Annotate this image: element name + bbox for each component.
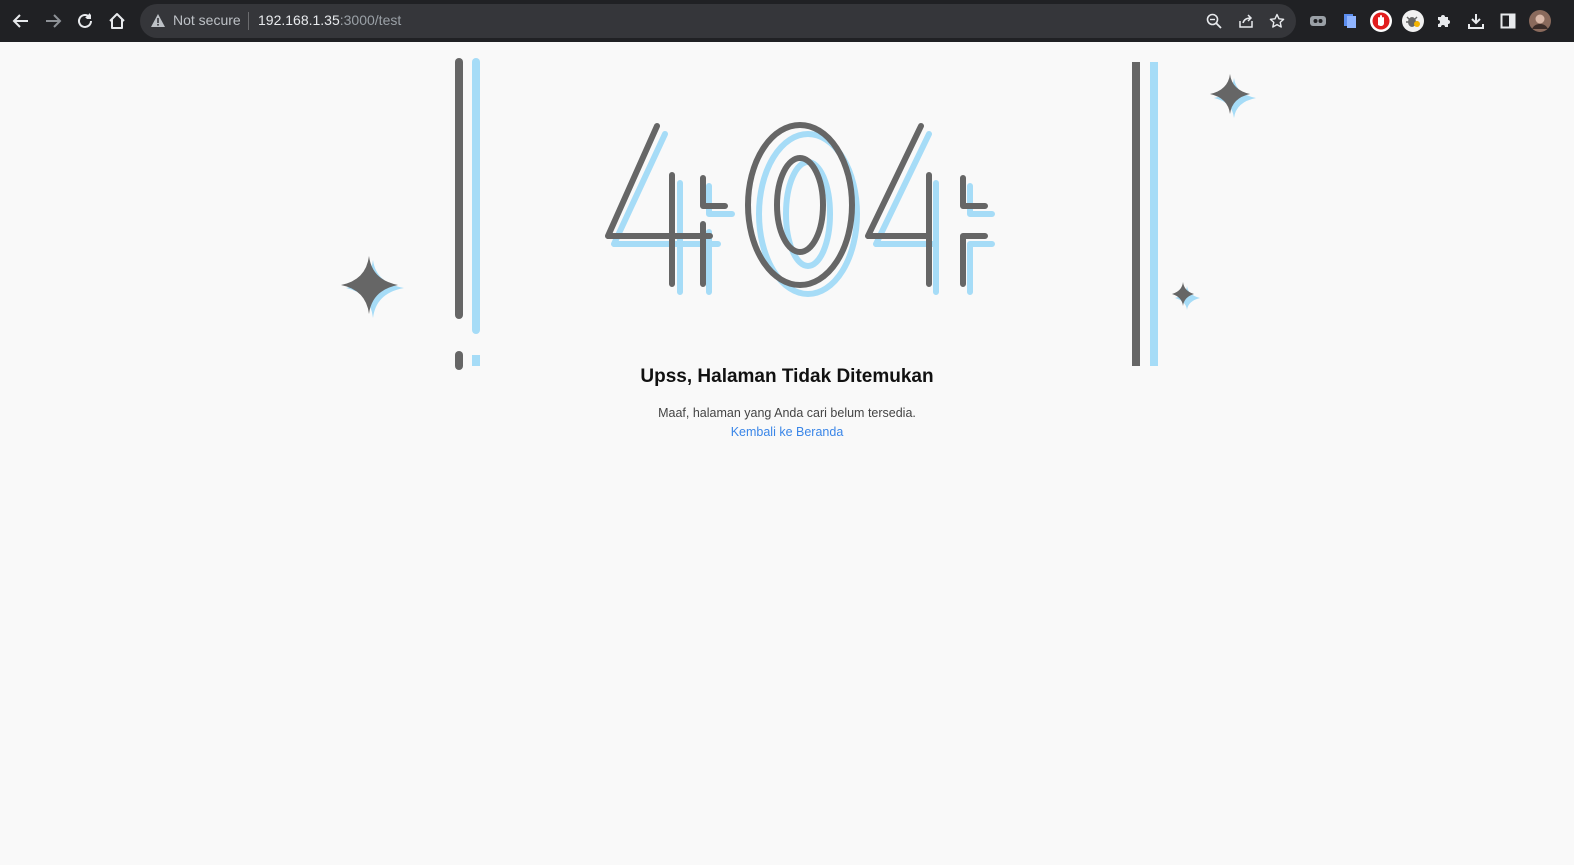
browser-toolbar: Not secure 192.168.1.35:3000/test bbox=[0, 0, 1574, 42]
back-button[interactable] bbox=[5, 5, 37, 37]
url-host: 192.168.1.35 bbox=[258, 12, 340, 28]
reload-icon bbox=[78, 13, 92, 28]
share-icon[interactable] bbox=[1234, 9, 1258, 33]
forward-arrow-icon bbox=[46, 14, 62, 28]
side-panel-icon[interactable] bbox=[1494, 7, 1522, 35]
security-indicator[interactable]: Not secure bbox=[173, 12, 241, 28]
sparkle-left bbox=[341, 256, 404, 318]
address-bar[interactable]: Not secure 192.168.1.35:3000/test bbox=[140, 4, 1296, 38]
home-button[interactable] bbox=[101, 5, 133, 37]
page-title: Upss, Halaman Tidak Ditemukan bbox=[640, 366, 934, 387]
forward-button[interactable] bbox=[37, 5, 69, 37]
omnibox-divider bbox=[248, 12, 249, 30]
notes-extension-icon[interactable] bbox=[1336, 7, 1364, 35]
zoom-icon[interactable] bbox=[1202, 9, 1226, 33]
adblock-icon[interactable] bbox=[1367, 7, 1395, 35]
profile-avatar[interactable] bbox=[1526, 7, 1554, 35]
sparkle-top-right bbox=[1210, 74, 1256, 118]
url-path: :3000/test bbox=[339, 12, 402, 28]
reload-button[interactable] bbox=[69, 5, 101, 37]
right-vertical-bars bbox=[1132, 62, 1158, 366]
warning-triangle-icon bbox=[150, 13, 166, 34]
url-text[interactable]: 192.168.1.35:3000/test bbox=[258, 12, 401, 28]
back-to-home-link[interactable]: Kembali ke Beranda bbox=[731, 425, 844, 439]
back-arrow-icon bbox=[12, 14, 28, 28]
extensions-puzzle-icon[interactable] bbox=[1430, 7, 1458, 35]
home-icon bbox=[109, 13, 125, 29]
home-link-container: Kembali ke Beranda bbox=[0, 425, 1574, 439]
left-vertical-bars bbox=[455, 58, 480, 370]
error-description: Maaf, halaman yang Anda cari belum terse… bbox=[658, 406, 916, 420]
sparkle-small-right bbox=[1172, 282, 1200, 310]
error-illustration: 404 bbox=[341, 58, 1256, 370]
bookmark-star-icon[interactable] bbox=[1265, 9, 1289, 33]
download-icon[interactable] bbox=[1462, 7, 1490, 35]
tab-group-icon[interactable] bbox=[1304, 7, 1332, 35]
bug-extension-icon[interactable] bbox=[1399, 7, 1427, 35]
